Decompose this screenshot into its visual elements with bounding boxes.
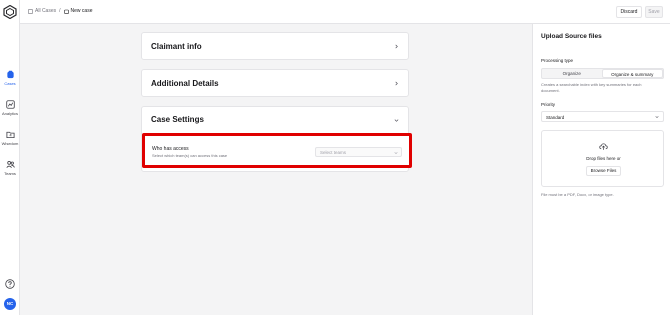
- chevron-right-icon: [395, 44, 398, 49]
- chevron-down-icon: [394, 119, 399, 122]
- save-button[interactable]: Save: [645, 6, 663, 18]
- select-teams-placeholder: Select teams: [320, 150, 347, 155]
- nav-label-teams: Teams: [4, 171, 16, 176]
- avatar[interactable]: NC: [4, 298, 16, 310]
- breadcrumb: All Cases / New case: [28, 8, 92, 14]
- case-settings-title: Case Settings: [151, 115, 204, 124]
- priority-label: Priority: [541, 102, 556, 107]
- nav-label-analytics: Analytics: [1, 111, 18, 116]
- chevron-down-icon: [394, 152, 398, 155]
- upload-panel: Upload Source files Processing type Orga…: [532, 24, 670, 315]
- nav-item-cases[interactable]: Cases: [0, 70, 20, 86]
- claimant-info-section[interactable]: Claimant info: [141, 32, 409, 60]
- nav-label-wisedom: Wisedom: [1, 141, 19, 146]
- priority-value: Standard: [546, 115, 565, 120]
- breadcrumb-parent-label: All Cases: [35, 8, 57, 14]
- breadcrumb-separator: /: [59, 8, 61, 14]
- breadcrumb-current-label: New case: [70, 8, 93, 14]
- access-title: Who has access: [152, 146, 189, 152]
- select-teams-dropdown[interactable]: Select teams: [315, 147, 402, 157]
- access-settings-highlight: Who has access Select which team(s) can …: [142, 133, 412, 168]
- browse-files-button[interactable]: Browse Files: [586, 166, 621, 176]
- chevron-down-icon: [655, 116, 659, 119]
- cases-icon: [6, 70, 14, 79]
- breadcrumb-all-cases[interactable]: All Cases: [28, 8, 56, 14]
- breadcrumb-new-case: New case: [63, 8, 93, 14]
- file-dropzone[interactable]: Drop files here or Browse Files: [541, 130, 664, 187]
- nav-item-analytics[interactable]: Analytics: [0, 100, 20, 116]
- priority-select[interactable]: Standard: [541, 111, 664, 122]
- teams-icon: [5, 161, 15, 168]
- file-type-note: File must be a PDF, Docx, or image type.: [541, 192, 614, 197]
- nav-item-teams[interactable]: Teams: [0, 160, 20, 176]
- discard-button[interactable]: Discard: [616, 6, 642, 18]
- analytics-icon: [5, 100, 15, 109]
- upload-title: Upload Source files: [541, 33, 602, 40]
- cloud-upload-icon: [599, 143, 608, 150]
- nav-label-cases: Cases: [4, 81, 16, 86]
- grid-icon: [28, 8, 33, 14]
- organize-option[interactable]: Organize: [542, 69, 602, 78]
- organize-summary-option[interactable]: Organize & summary: [601, 69, 663, 78]
- top-header: All Cases / New case Discard Save: [20, 0, 670, 24]
- processing-description: Creates a searchable index with key summ…: [541, 82, 642, 93]
- case-icon: [63, 9, 69, 14]
- additional-details-title: Additional Details: [151, 79, 219, 88]
- access-description: Select which team(s) can access this cas…: [152, 153, 228, 158]
- drop-files-text: Drop files here or: [586, 156, 621, 161]
- folder-icon: [5, 131, 15, 139]
- nav-item-wisedom[interactable]: Wisedom: [0, 130, 20, 146]
- claimant-info-title: Claimant info: [151, 42, 202, 51]
- processing-type-toggle: Organize Organize & summary: [541, 68, 664, 79]
- app-logo-icon[interactable]: [3, 5, 17, 19]
- chevron-right-icon: [395, 81, 398, 86]
- processing-type-label: Processing type: [541, 58, 574, 63]
- left-nav: Cases Analytics Wisedom Teams NC: [0, 0, 20, 315]
- help-icon[interactable]: [5, 279, 15, 289]
- additional-details-section[interactable]: Additional Details: [141, 69, 409, 97]
